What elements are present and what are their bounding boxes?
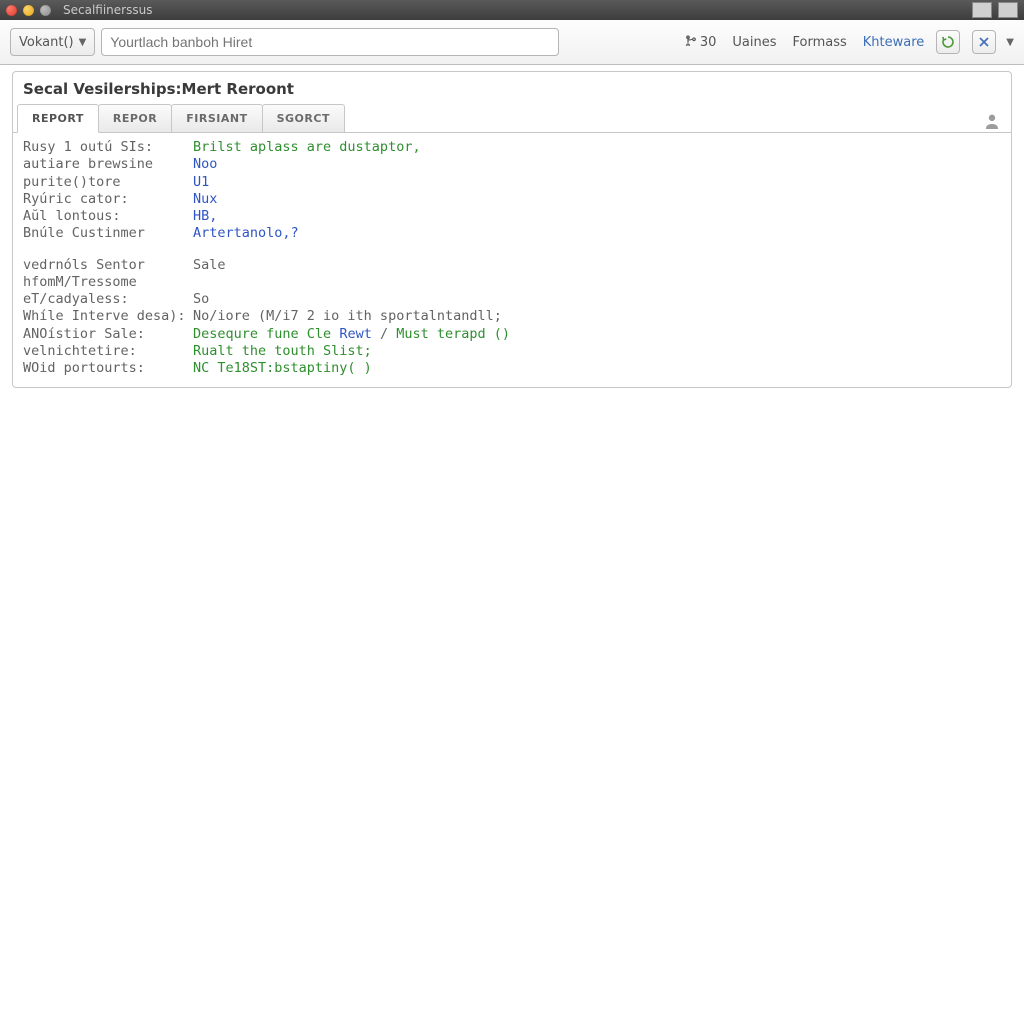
row-label: ANOístior Sale: xyxy=(23,326,193,343)
report-row: autiare brewsineNoo xyxy=(23,156,1001,173)
close-icon xyxy=(978,36,990,48)
report-row: hfomM/Tressome xyxy=(23,274,1001,291)
row-label: Bnúle Custinmer xyxy=(23,225,193,242)
report-row: Aŭl lontous:HB, xyxy=(23,208,1001,225)
row-label: Rusy 1 outú SIs: xyxy=(23,139,193,156)
link-kiteware[interactable]: Khteware xyxy=(863,35,925,50)
row-value: So xyxy=(193,291,209,308)
link-formats[interactable]: Formass xyxy=(793,35,847,50)
row-value: Rualt the touth Slist; xyxy=(193,343,372,360)
row-label: WOid portourts: xyxy=(23,360,193,377)
tab-report[interactable]: REPORT xyxy=(17,104,99,133)
toolbar-menu-chevron-icon[interactable]: ▼ xyxy=(1006,37,1014,48)
tab-repor[interactable]: REPOR xyxy=(98,104,172,132)
report-row: velnichtetire:Rualt the touth Slist; xyxy=(23,343,1001,360)
result-count: 30 xyxy=(685,34,717,50)
row-value: HB, xyxy=(193,208,217,225)
refresh-button[interactable] xyxy=(936,30,960,54)
row-value: Desequre fune Cle Rewt / Must terapd () xyxy=(193,326,510,343)
refresh-icon xyxy=(941,35,955,49)
branch-icon xyxy=(685,34,697,50)
window-max-button[interactable] xyxy=(998,2,1018,18)
report-row: purite()toreU1 xyxy=(23,174,1001,191)
close-panel-button[interactable] xyxy=(972,30,996,54)
report-row: ANOístior Sale:Desequre fune Cle Rewt / … xyxy=(23,326,1001,343)
report-row: Ryúric cator:Nux xyxy=(23,191,1001,208)
row-label: Ryúric cator: xyxy=(23,191,193,208)
row-label: purite()tore xyxy=(23,174,193,191)
window-min-button[interactable] xyxy=(972,2,992,18)
row-value: NC Te18ST:bstaptiny( ) xyxy=(193,360,372,377)
row-value: Sale xyxy=(193,257,226,274)
tab-firsiant[interactable]: FIRSIANT xyxy=(171,104,262,132)
row-value: U1 xyxy=(193,174,209,191)
user-icon[interactable] xyxy=(983,112,1001,134)
tab-sgorct[interactable]: SGORCT xyxy=(262,104,345,132)
row-label: eT/cadyaless: xyxy=(23,291,193,308)
window-titlebar: Secalfiinerssus xyxy=(0,0,1024,20)
report-row: eT/cadyaless:So xyxy=(23,291,1001,308)
toolbar: Vokant() ▼ 30 Uaines Formass Khteware ▼ xyxy=(0,20,1024,65)
row-label: velnichtetire: xyxy=(23,343,193,360)
report-row: Bnúle CustinmerArtertanolo,? xyxy=(23,225,1001,242)
view-combo-label: Vokant() xyxy=(19,35,74,50)
report-body: Rusy 1 outú SIs:Brilst aplass are dustap… xyxy=(13,133,1011,387)
row-value: Brilst aplass are dustaptor, xyxy=(193,139,421,156)
row-label: Whíle Interve desa): xyxy=(23,308,193,325)
row-label: hfomM/Tressome xyxy=(23,274,193,291)
tab-bar: REPORTREPORFIRSIANTSGORCT xyxy=(13,104,1011,133)
window-close-icon[interactable] xyxy=(6,5,17,16)
row-label: vedrnóls Sentor xyxy=(23,257,193,274)
row-value: Nux xyxy=(193,191,217,208)
search-input[interactable] xyxy=(101,28,559,56)
window-maximize-icon[interactable] xyxy=(40,5,51,16)
result-count-value: 30 xyxy=(700,35,717,50)
row-label: Aŭl lontous: xyxy=(23,208,193,225)
row-label: autiare brewsine xyxy=(23,156,193,173)
view-combo[interactable]: Vokant() ▼ xyxy=(10,28,95,56)
row-value: No/iore (M/i7 2 io ith sportalntandll; xyxy=(193,308,502,325)
row-value: Noo xyxy=(193,156,217,173)
report-panel: Secal Vesilerships:Mert Reroont REPORTRE… xyxy=(12,71,1012,388)
report-row: Whíle Interve desa):No/iore (M/i7 2 io i… xyxy=(23,308,1001,325)
chevron-down-icon: ▼ xyxy=(79,37,87,48)
panel-title: Secal Vesilerships:Mert Reroont xyxy=(13,72,1011,104)
window-minimize-icon[interactable] xyxy=(23,5,34,16)
window-title: Secalfiinerssus xyxy=(63,3,152,17)
report-row: WOid portourts:NC Te18ST:bstaptiny( ) xyxy=(23,360,1001,377)
row-value: Artertanolo,? xyxy=(193,225,299,242)
link-values[interactable]: Uaines xyxy=(732,35,776,50)
report-row: Rusy 1 outú SIs:Brilst aplass are dustap… xyxy=(23,139,1001,156)
report-row: vedrnóls SentorSale xyxy=(23,257,1001,274)
